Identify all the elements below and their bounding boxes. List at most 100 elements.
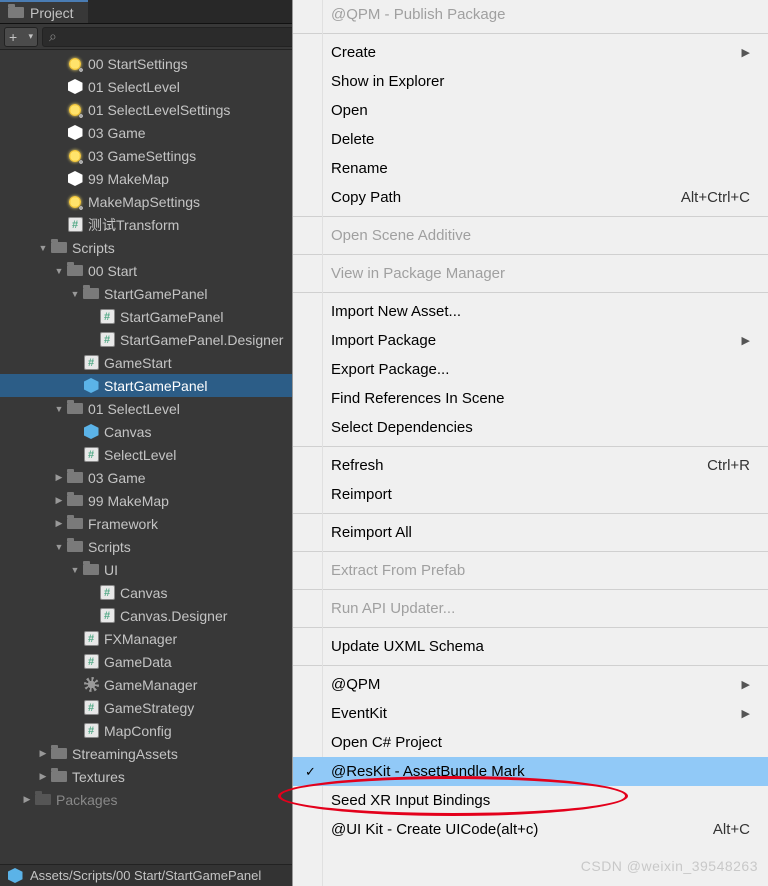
menu-item: View in Package Manager [293,259,768,288]
footer-path: Assets/Scripts/00 Start/StartGamePanel [30,868,261,883]
tree-item-label: StartGamePanel [104,378,208,394]
menu-item-label: @QPM [331,676,380,693]
tree-item-label: FXManager [104,631,177,647]
tree-item-label: GameStrategy [104,700,194,716]
menu-item[interactable]: Open [293,96,768,125]
tree-item-label: Packages [56,792,117,808]
tree-item-label: 03 Game [88,125,146,141]
menu-item: @QPM - Publish Package [293,0,768,29]
expand-arrow-icon[interactable]: ▼ [68,287,82,301]
arrow-spacer [84,333,98,347]
cs-icon: # [98,309,116,325]
create-button[interactable]: + ▾ [4,27,38,47]
context-menu: @QPM - Publish PackageCreate▶Show in Exp… [292,0,768,886]
folder-icon [8,7,24,19]
chevron-right-icon: ▶ [742,707,750,720]
arrow-spacer [52,218,66,232]
menu-item[interactable]: Rename [293,154,768,183]
menu-item-label: Find References In Scene [331,390,504,407]
menu-separator [293,665,768,666]
arrow-spacer [68,701,82,715]
menu-item-label: Create [331,44,376,61]
menu-item[interactable]: Create▶ [293,38,768,67]
expand-arrow-icon[interactable]: ▼ [52,264,66,278]
expand-arrow-icon[interactable]: ▶ [36,747,50,761]
arrow-spacer [52,103,66,117]
menu-item[interactable]: Import Package▶ [293,326,768,355]
expand-arrow-icon[interactable]: ▼ [52,540,66,554]
menu-item-label: Open Scene Additive [331,227,471,244]
expand-arrow-icon[interactable]: ▼ [52,402,66,416]
chevron-down-icon: ▾ [28,31,33,42]
chevron-right-icon: ▶ [742,678,750,691]
menu-separator [293,513,768,514]
tree-item-label: Canvas [104,424,151,440]
menu-separator [293,589,768,590]
menu-item[interactable]: RefreshCtrl+R [293,451,768,480]
folder-icon [82,562,100,578]
tree-item-label: StartGamePanel.Designer [120,332,283,348]
menu-item[interactable]: @UI Kit - Create UICode(alt+c)Alt+C [293,815,768,844]
menu-item[interactable]: Show in Explorer [293,67,768,96]
expand-arrow-icon[interactable]: ▶ [52,494,66,508]
menu-separator [293,216,768,217]
tree-item-label: StreamingAssets [72,746,178,762]
arrow-spacer [68,655,82,669]
folder-icon [82,286,100,302]
menu-separator [293,446,768,447]
tree-item-label: 00 StartSettings [88,56,188,72]
folder-icon [66,493,84,509]
prefab-icon [82,378,100,394]
menu-item[interactable]: Find References In Scene [293,384,768,413]
arrow-spacer [68,724,82,738]
menu-item[interactable]: Update UXML Schema [293,632,768,661]
arrow-spacer [68,632,82,646]
menu-item[interactable]: Export Package... [293,355,768,384]
cs-icon: # [98,585,116,601]
arrow-spacer [84,310,98,324]
chevron-right-icon: ▶ [742,334,750,347]
tab-title: Project [30,5,74,21]
menu-item[interactable]: Select Dependencies [293,413,768,442]
menu-item-label: Delete [331,131,374,148]
folder-icon [66,470,84,486]
tree-item-label: 03 Game [88,470,146,486]
tree-item-label: 00 Start [88,263,137,279]
prefab-icon [82,424,100,440]
cs-icon: # [82,654,100,670]
arrow-spacer [68,425,82,439]
expand-arrow-icon[interactable]: ▶ [36,770,50,784]
menu-item-label: Export Package... [331,361,449,378]
menu-item[interactable]: EventKit▶ [293,699,768,728]
tree-item-label: SelectLevel [104,447,176,463]
menu-item-label: Refresh [331,457,384,474]
menu-item[interactable]: ✓@ResKit - AssetBundle Mark [293,757,768,786]
light-icon [66,56,84,72]
expand-arrow-icon[interactable]: ▶ [52,471,66,485]
project-tab[interactable]: Project [0,0,88,23]
tree-item-label: 03 GameSettings [88,148,196,164]
menu-item[interactable]: Copy PathAlt+Ctrl+C [293,183,768,212]
cs-icon: # [98,608,116,624]
tree-item-label: GameStart [104,355,172,371]
expand-arrow-icon[interactable]: ▼ [36,241,50,255]
expand-arrow-icon[interactable]: ▶ [52,517,66,531]
menu-item[interactable]: @QPM ▶ [293,670,768,699]
light-icon [66,148,84,164]
menu-item[interactable]: Delete [293,125,768,154]
menu-item[interactable]: Open C# Project [293,728,768,757]
arrow-spacer [52,195,66,209]
menu-item-label: Run API Updater... [331,600,455,617]
menu-item[interactable]: Seed XR Input Bindings [293,786,768,815]
expand-arrow-icon[interactable]: ▼ [68,563,82,577]
menu-item[interactable]: Import New Asset... [293,297,768,326]
menu-item[interactable]: Reimport All [293,518,768,547]
expand-arrow-icon[interactable]: ▶ [20,793,34,807]
menu-item[interactable]: Reimport [293,480,768,509]
arrow-spacer [84,586,98,600]
folder-icon [50,746,68,762]
menu-shortcut: Alt+C [713,821,750,838]
tree-item-label: UI [104,562,118,578]
menu-separator [293,292,768,293]
menu-item-label: Reimport All [331,524,412,541]
